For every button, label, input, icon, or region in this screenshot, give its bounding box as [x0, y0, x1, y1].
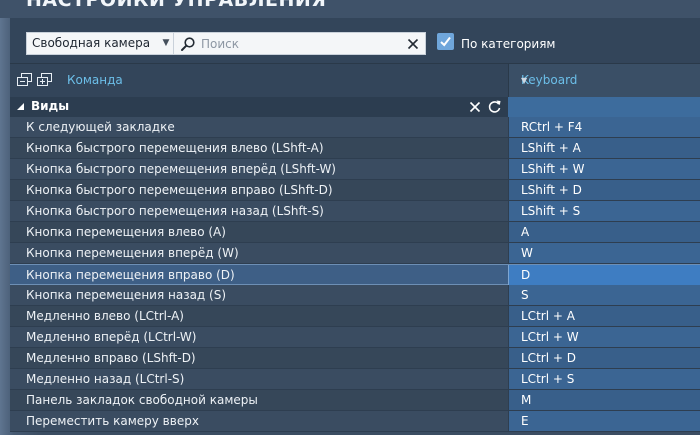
binding-command: Кнопка перемещения назад (S) [26, 288, 227, 302]
binding-key-cell[interactable]: LCtrl + S [508, 369, 700, 389]
close-icon[interactable] [406, 37, 420, 51]
binding-row[interactable]: Переместить камеру вверх E [10, 411, 700, 432]
binding-key-cell[interactable]: LShift + W [508, 159, 700, 179]
column-header-command[interactable]: Команда [67, 73, 123, 87]
binding-key-cell[interactable]: D [508, 265, 700, 285]
binding-row[interactable]: Кнопка быстрого перемещения назад (LShft… [10, 201, 700, 222]
column-header-keyboard[interactable]: Keyboard ▼ [508, 64, 700, 97]
binding-key-cell[interactable]: LShift + A [508, 138, 700, 158]
binding-key-cell[interactable]: S [508, 285, 700, 305]
context-dropdown-value: Свободная камера [32, 36, 151, 50]
group-title: Виды [31, 99, 70, 113]
binding-command: Медленно вперёд (LCtrl-W) [26, 330, 197, 344]
expand-all-icon[interactable] [37, 73, 52, 86]
binding-row[interactable]: Медленно вправо (LShft-D) LCtrl + D [10, 348, 700, 369]
binding-command: Кнопка быстрого перемещения назад (LShft… [26, 204, 324, 218]
binding-row[interactable]: Панель закладок свободной камеры M [10, 390, 700, 411]
binding-row[interactable]: Медленно назад (LCtrl-S) LCtrl + S [10, 369, 700, 390]
binding-row[interactable]: Кнопка перемещения назад (S) S [10, 285, 700, 306]
window-title: НАСТРОЙКИ УПРАВЛЕНИЯ [26, 0, 327, 11]
toolbar: Свободная камера ▼ По категориям [10, 18, 700, 63]
binding-command: Кнопка перемещения вперёд (W) [26, 246, 239, 260]
search-box [173, 32, 426, 55]
binding-row[interactable]: Кнопка быстрого перемещения вправо (LShf… [10, 180, 700, 201]
binding-command: Кнопка перемещения влево (A) [26, 225, 226, 239]
binding-key-cell[interactable]: A [508, 222, 700, 242]
chevron-down-icon: ▼ [162, 38, 170, 48]
binding-command: Кнопка перемещения вправо (D) [26, 268, 235, 282]
binding-key-cell[interactable]: LCtrl + W [508, 327, 700, 347]
binding-row[interactable]: Кнопка перемещения влево (A) A [10, 222, 700, 243]
binding-row[interactable]: Кнопка перемещения вправо (D) D [10, 264, 700, 285]
binding-row[interactable]: Медленно влево (LCtrl-A) LCtrl + A [10, 306, 700, 327]
reset-icon[interactable] [487, 99, 502, 114]
bindings-list: К следующей закладке RCtrl + F4 Кнопка быс… [10, 117, 700, 432]
binding-command: Медленно влево (LCtrl-A) [26, 309, 184, 323]
binding-key-cell[interactable]: E [508, 411, 700, 431]
magnifier-icon [181, 37, 195, 51]
binding-command: Медленно назад (LCtrl-S) [26, 372, 185, 386]
binding-key-cell[interactable]: LCtrl + D [508, 348, 700, 368]
close-icon[interactable] [468, 100, 482, 114]
binding-row[interactable]: Кнопка быстрого перемещения влево (LShft… [10, 138, 700, 159]
triangle-down-icon[interactable] [16, 102, 25, 111]
context-dropdown[interactable]: Свободная камера ▼ [26, 32, 176, 55]
title-bar: НАСТРОЙКИ УПРАВЛЕНИЯ [0, 0, 700, 18]
by-category-checkbox[interactable] [437, 33, 454, 50]
group-row[interactable]: Виды [10, 97, 700, 117]
checkmark-icon [440, 36, 451, 47]
group-key-cell [508, 97, 700, 117]
binding-key-cell[interactable]: M [508, 390, 700, 410]
binding-key-cell[interactable]: LShift + D [508, 180, 700, 200]
table-header: Команда Keyboard ▼ [10, 63, 700, 97]
chevron-down-icon: ▼ [521, 76, 528, 85]
binding-command: Кнопка быстрого перемещения влево (LShft… [26, 141, 324, 155]
binding-key-cell[interactable]: LCtrl + A [508, 306, 700, 326]
binding-command: К следующей закладке [26, 120, 175, 134]
binding-command: Кнопка быстрого перемещения вперёд (LShf… [26, 162, 336, 176]
by-category-label[interactable]: По категориям [461, 37, 556, 51]
binding-command: Переместить камеру вверх [26, 414, 199, 428]
binding-command: Панель закладок свободной камеры [26, 393, 258, 407]
binding-key-cell[interactable]: W [508, 243, 700, 263]
search-input[interactable] [201, 35, 396, 52]
binding-command: Медленно вправо (LShft-D) [26, 351, 196, 365]
binding-row[interactable]: Медленно вперёд (LCtrl-W) LCtrl + W [10, 327, 700, 348]
binding-row[interactable]: К следующей закладке RCtrl + F4 [10, 117, 700, 138]
binding-key-cell[interactable]: RCtrl + F4 [508, 117, 700, 137]
binding-command: Кнопка быстрого перемещения вправо (LShf… [26, 183, 333, 197]
binding-key-cell[interactable]: LShift + S [508, 201, 700, 221]
binding-row[interactable]: Кнопка быстрого перемещения вперёд (LShf… [10, 159, 700, 180]
binding-row[interactable]: Кнопка перемещения вперёд (W) W [10, 243, 700, 264]
collapse-all-icon[interactable] [17, 73, 32, 86]
